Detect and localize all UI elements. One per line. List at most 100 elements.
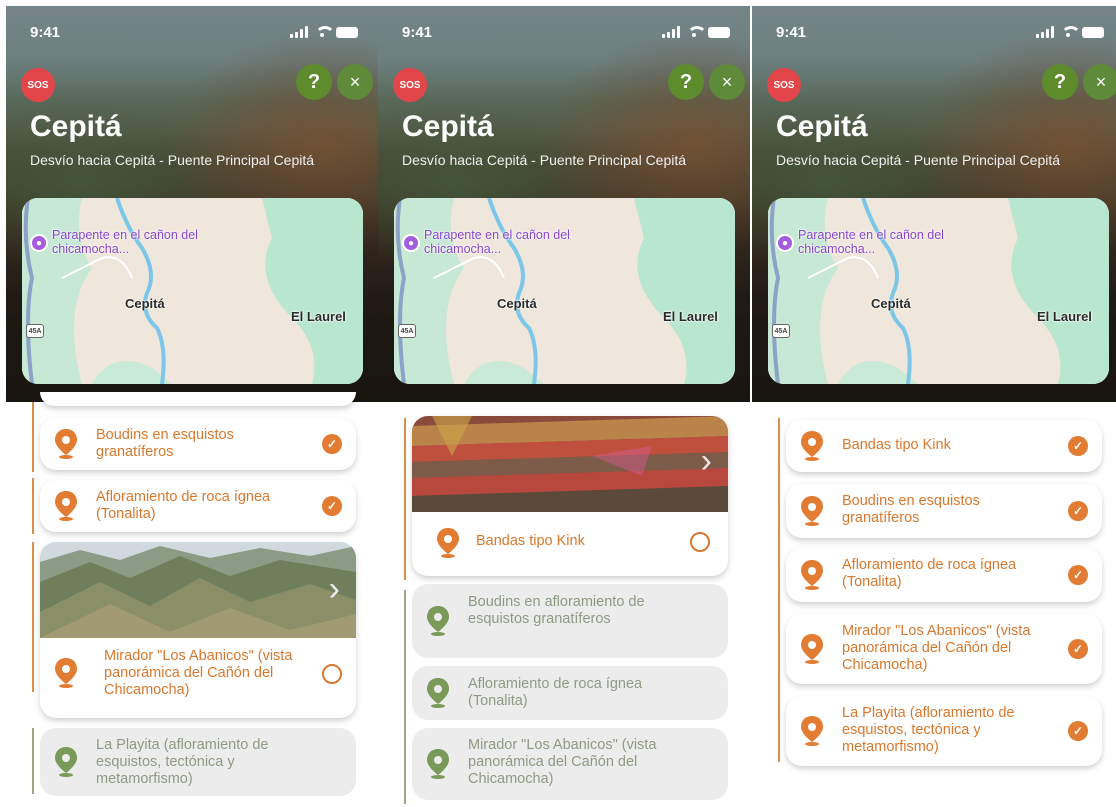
check-icon: ✓: [322, 496, 342, 516]
close-button[interactable]: ×: [337, 64, 373, 100]
location-pin-icon: [55, 491, 77, 521]
camera-icon: ●: [30, 234, 48, 252]
map-place-cepita: Cepitá: [871, 296, 911, 311]
location-pin-icon: [55, 429, 77, 459]
location-pin-icon: [801, 634, 823, 664]
status-time: 9:41: [776, 24, 807, 41]
poi-label: Parapente en el cañon del chicamocha...: [52, 228, 198, 256]
wifi-icon: [314, 26, 335, 38]
sos-button[interactable]: SOS: [767, 68, 801, 102]
location-pin-icon: [801, 560, 823, 590]
camera-icon: ●: [776, 234, 794, 252]
poi-label: Parapente en el cañon del chicamocha...: [424, 228, 570, 256]
timeline-line: [404, 590, 406, 804]
route-subtitle: Desvío hacia Cepitá - Puente Principal C…: [402, 152, 687, 168]
signal-icon: [662, 26, 680, 38]
battery-icon: [1082, 26, 1104, 38]
route-subtitle: Desvío hacia Cepitá - Puente Principal C…: [776, 152, 1061, 168]
wifi-icon: [1060, 26, 1081, 38]
help-button[interactable]: ?: [296, 64, 332, 100]
list-item-label: Bandas tipo Kink: [476, 533, 585, 549]
chevron-right-icon[interactable]: ›: [329, 570, 340, 609]
poi-label: Parapente en el cañon del chicamocha...: [798, 228, 944, 256]
list-item-label: Afloramiento de roca ígnea (Tonalita): [468, 676, 643, 709]
check-icon: ✓: [1068, 565, 1088, 585]
page-title: Cepitá: [776, 110, 868, 143]
help-button[interactable]: ?: [1042, 64, 1078, 100]
map-place-cepita: Cepitá: [125, 296, 165, 311]
sos-button[interactable]: SOS: [393, 68, 427, 102]
location-pin-icon: [427, 678, 449, 708]
check-icon: ✓: [1068, 639, 1088, 659]
wifi-icon: [686, 26, 707, 38]
route-map[interactable]: ● Parapente en el cañon del chicamocha..…: [768, 198, 1109, 384]
location-pin-icon: [801, 716, 823, 746]
status-bar: 9:41: [776, 24, 1104, 44]
list-item-label: Boudins en esquistos granatíferos: [842, 493, 980, 526]
map-place-el-laurel: El Laurel: [663, 309, 718, 324]
list-item-label: La Playita (afloramiento de esquistos, t…: [96, 737, 269, 787]
battery-icon: [336, 26, 358, 38]
status-bar: 9:41: [30, 24, 358, 44]
list-item-label: La Playita (afloramiento de esquistos, t…: [842, 705, 1015, 755]
list-item[interactable]: Boudins en esquistos granatíferos ✓: [786, 484, 1102, 538]
poi-marker[interactable]: ● Parapente en el cañon del chicamocha..…: [402, 228, 594, 256]
list-item[interactable]: Bandas tipo Kink ✓: [786, 420, 1102, 472]
list-item-label: Afloramiento de roca ígnea (Tonalita): [96, 489, 271, 522]
list-item-current[interactable]: › Mirador "Los Abanicos" (vista panorámi…: [40, 542, 356, 718]
timeline-line: [778, 418, 780, 762]
location-pin-icon: [801, 431, 823, 461]
list-item-label: Mirador "Los Abanicos" (vista panorámica…: [104, 648, 293, 698]
screen-2: 9:41 SOS ? × Cepitá Desvío hacia Cepitá …: [378, 6, 750, 806]
help-button[interactable]: ?: [668, 64, 704, 100]
list-item-label: Boudins en afloramiento de esquistos gra…: [468, 594, 645, 627]
poi-marker[interactable]: ● Parapente en el cañon del chicamocha..…: [30, 228, 222, 256]
list-item[interactable]: Afloramiento de roca ígnea (Tonalita) ✓: [40, 480, 356, 532]
unchecked-circle[interactable]: [690, 532, 710, 552]
location-pin-icon: [437, 528, 459, 558]
location-pin-icon: [55, 747, 77, 777]
close-button[interactable]: ×: [1083, 64, 1116, 100]
list-item[interactable]: Afloramiento de roca ígnea (Tonalita) ✓: [786, 548, 1102, 602]
list-item-locked: Mirador "Los Abanicos" (vista panorámica…: [412, 728, 728, 800]
camera-icon: ●: [402, 234, 420, 252]
status-bar: 9:41: [402, 24, 730, 44]
check-icon: ✓: [1068, 721, 1088, 741]
list-item-locked: La Playita (afloramiento de esquistos, t…: [40, 728, 356, 796]
location-pin-icon: [801, 496, 823, 526]
mountain-photo: [40, 542, 356, 638]
list-item-label: Bandas tipo Kink: [842, 437, 951, 453]
list-item-label: Mirador "Los Abanicos" (vista panorámica…: [842, 623, 1031, 673]
check-icon: ✓: [1068, 501, 1088, 521]
close-button[interactable]: ×: [709, 64, 745, 100]
map-place-cepita: Cepitá: [497, 296, 537, 311]
route-map[interactable]: ● Parapente en el cañon del chicamocha..…: [22, 198, 363, 384]
list-item-partial: [40, 392, 356, 406]
screen-1: 9:41 SOS ? × Cepitá Desvío hacia Cepitá …: [6, 6, 378, 806]
check-icon: ✓: [322, 434, 342, 454]
poi-marker[interactable]: ● Parapente en el cañon del chicamocha..…: [776, 228, 968, 256]
timeline-line: [32, 542, 34, 692]
location-pin-icon: [427, 749, 449, 779]
unchecked-circle[interactable]: [322, 664, 342, 684]
battery-icon: [708, 26, 730, 38]
location-pin-icon: [55, 658, 77, 688]
page-title: Cepitá: [402, 110, 494, 143]
chevron-right-icon[interactable]: ›: [701, 442, 712, 481]
list-item-locked: Boudins en afloramiento de esquistos gra…: [412, 584, 728, 658]
route-shield: 45A: [398, 324, 416, 338]
route-shield: 45A: [772, 324, 790, 338]
sos-button[interactable]: SOS: [21, 68, 55, 102]
check-icon: ✓: [1068, 436, 1088, 456]
route-map[interactable]: ● Parapente en el cañon del chicamocha..…: [394, 198, 735, 384]
list-item-label: Boudins en esquistos granatíferos: [96, 427, 234, 460]
screen-3: 9:41 SOS ? × Cepitá Desvío hacia Cepitá …: [752, 6, 1116, 806]
list-item-current[interactable]: › Bandas tipo Kink: [412, 416, 728, 576]
list-item-label: Afloramiento de roca ígnea (Tonalita): [842, 557, 1017, 590]
map-place-el-laurel: El Laurel: [291, 309, 346, 324]
timeline-line: [404, 418, 406, 580]
list-item[interactable]: Mirador "Los Abanicos" (vista panorámica…: [786, 614, 1102, 684]
signal-icon: [290, 26, 308, 38]
list-item[interactable]: Boudins en esquistos granatíferos ✓: [40, 418, 356, 470]
list-item[interactable]: La Playita (afloramiento de esquistos, t…: [786, 696, 1102, 766]
